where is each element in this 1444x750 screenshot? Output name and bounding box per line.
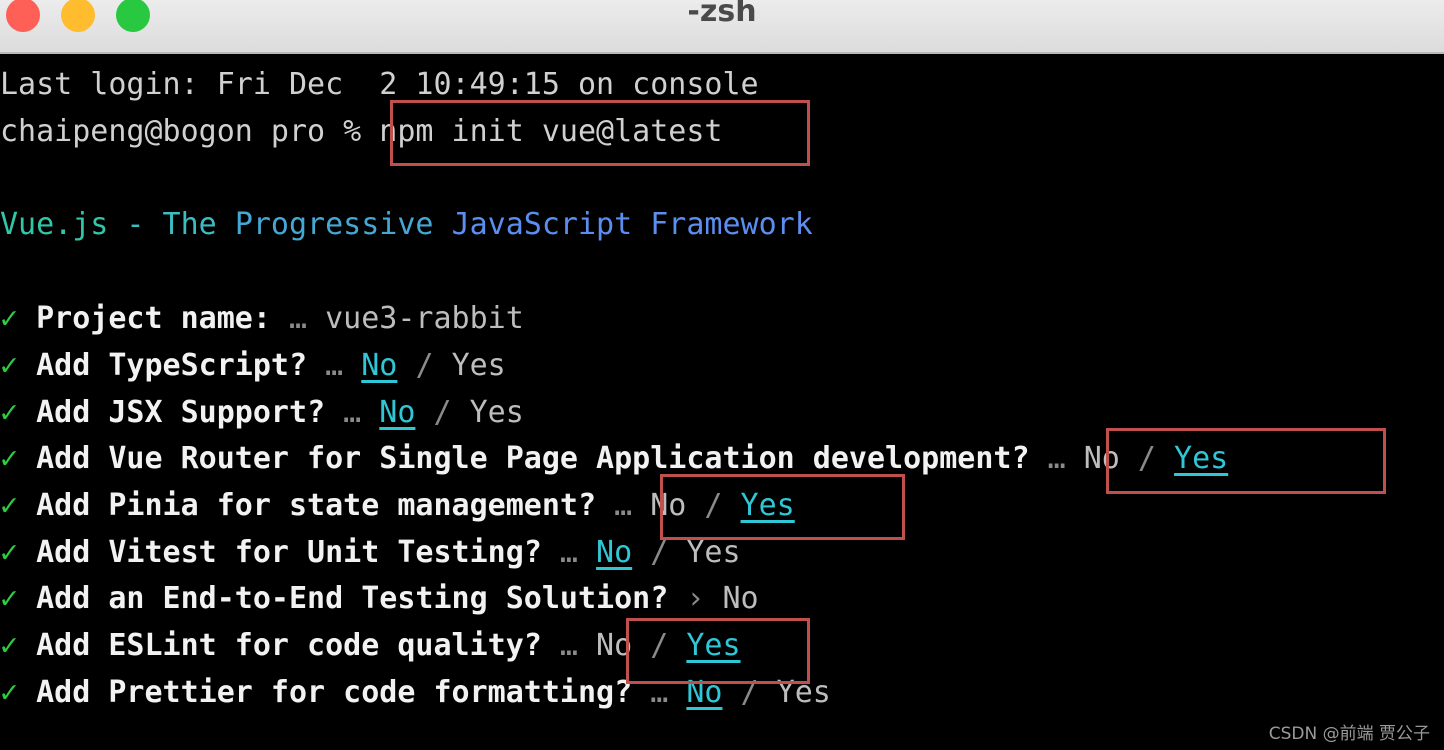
- answer-value: vue3-rabbit: [325, 301, 524, 336]
- option-yes: Yes: [451, 348, 506, 383]
- banner-framework: JavaScript Framework: [451, 207, 813, 242]
- question-label: Add TypeScript?: [36, 348, 308, 383]
- banner-progressive: Progressive: [234, 207, 452, 242]
- ellipsis-icon: …: [614, 488, 633, 523]
- arrow-icon: ›: [686, 581, 705, 616]
- highlight-box-router: [1106, 428, 1386, 494]
- question-typescript: ✓ Add TypeScript? … No / Yes: [0, 343, 506, 389]
- ellipsis-icon: …: [325, 348, 344, 383]
- ellipsis-icon: …: [1047, 441, 1066, 476]
- slash-separator: /: [415, 348, 434, 383]
- highlight-box-eslint: [626, 618, 810, 684]
- option-no-selected: No: [379, 395, 416, 430]
- question-label: Add an End-to-End Testing Solution?: [36, 581, 669, 616]
- check-icon: ✓: [0, 581, 19, 616]
- question-vitest: ✓ Add Vitest for Unit Testing? … No / Ye…: [0, 530, 741, 576]
- question-router: ✓ Add Vue Router for Single Page Applica…: [0, 436, 1228, 482]
- ellipsis-icon: …: [289, 301, 308, 336]
- option-no-selected: No: [596, 535, 633, 570]
- vue-banner: Vue.js - The Progressive JavaScript Fram…: [0, 202, 813, 248]
- question-label: Add Pinia for state management?: [36, 488, 597, 523]
- check-icon: ✓: [0, 301, 19, 336]
- check-icon: ✓: [0, 395, 19, 430]
- check-icon: ✓: [0, 675, 19, 710]
- option-yes: Yes: [686, 535, 741, 570]
- question-label: Project name:: [36, 301, 271, 336]
- question-e2e: ✓ Add an End-to-End Testing Solution? › …: [0, 576, 759, 622]
- check-icon: ✓: [0, 628, 19, 663]
- banner-vuejs: Vue.js: [0, 207, 109, 242]
- check-icon: ✓: [0, 488, 19, 523]
- slash-separator: /: [433, 395, 452, 430]
- ellipsis-icon: …: [559, 628, 578, 663]
- check-icon: ✓: [0, 535, 19, 570]
- question-label: Add JSX Support?: [36, 395, 326, 430]
- ellipsis-icon: …: [559, 535, 578, 570]
- window-title: -zsh: [687, 0, 757, 29]
- banner-the: - The: [108, 207, 235, 242]
- option-no-selected: No: [361, 348, 398, 383]
- slash-separator: /: [650, 535, 669, 570]
- question-jsx: ✓ Add JSX Support? … No / Yes: [0, 390, 524, 436]
- watermark: CSDN @前端 贾公子: [1268, 724, 1430, 744]
- check-icon: ✓: [0, 348, 19, 383]
- option-yes: Yes: [469, 395, 524, 430]
- question-label: Add Vitest for Unit Testing?: [36, 535, 542, 570]
- title-bar: -zsh: [0, 0, 1444, 54]
- answer-value: No: [722, 581, 759, 616]
- check-icon: ✓: [0, 441, 19, 476]
- question-label: Add Vue Router for Single Page Applicati…: [36, 441, 1030, 476]
- question-label: Add ESLint for code quality?: [36, 628, 542, 663]
- shell-prompt: chaipeng@bogon pro %: [0, 114, 380, 149]
- highlight-box-pinia: [660, 474, 905, 540]
- ellipsis-icon: …: [343, 395, 362, 430]
- question-project-name: ✓ Project name: … vue3-rabbit: [0, 296, 524, 342]
- highlight-box-command: [390, 100, 810, 166]
- question-label: Add Prettier for code formatting?: [36, 675, 633, 710]
